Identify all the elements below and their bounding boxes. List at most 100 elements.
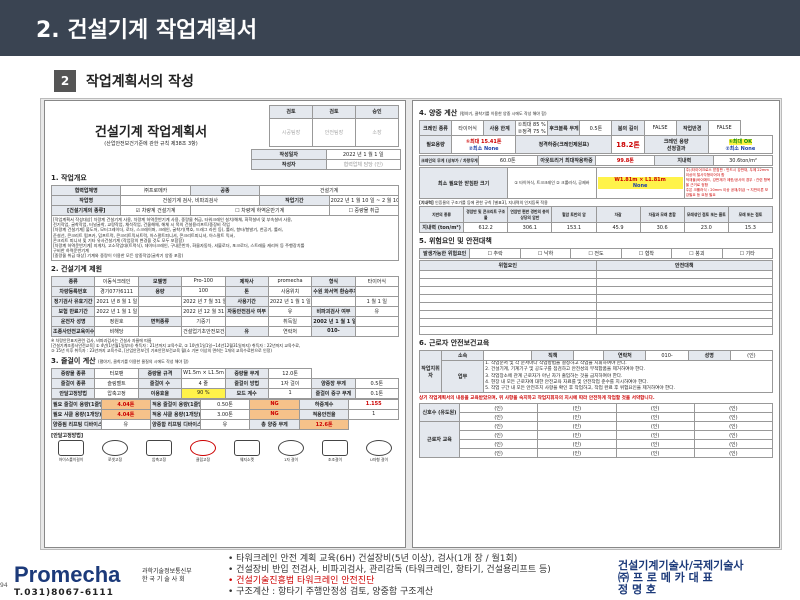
risk-cell [419,326,597,335]
risk-cell [419,310,597,319]
signature-mark: (인) [615,448,695,459]
rigging-method-item: 압축고정 [139,439,179,463]
signature-mark: (인) [615,439,695,450]
section-heading-text: 3. 줄걸이 계산 [51,356,96,365]
rigging-cell: 압축고정 [94,387,139,399]
risk-type: ☐ 협착 [620,248,673,259]
spec-cell: 제작사 [224,275,269,287]
lift-cell: ①최대 OK ②최소 None [707,135,774,154]
lift-cell: 후크블록 무게 [547,120,581,136]
rigging-method-icon [322,439,348,456]
approval-head: 승인 [355,105,399,119]
spec-cell [354,285,400,297]
lift-cell: 사용 한계 [483,120,517,136]
lift-cell: 정격하중(크레인제원표) [515,135,613,154]
spec-cell: 유 [267,305,313,317]
risk-cell [419,278,597,287]
service-bullet: • 타워크레인 안전 계획 교육(6H) 건설장비(5년 이상), 검사(1개 … [228,554,518,564]
spec-cell: 2002 년 1 월 1 일 [311,315,356,327]
service-bullet: • 구조계산 : 항타기 주행안정성 검토, 양중함 구조계산 [228,587,434,597]
spec-cell: 운전자 성명 [50,315,96,327]
crane-table: 크레인의 무게 (상부가 / 차량무게) 60.0톤 아웃트리거 최대작용하중 … [419,155,773,166]
spec-row: 운전자 성명 정원호 면허종류 기중기 취득일 2002 년 1 월 1 일 [50,315,400,327]
soil-header: 자갈과 모래 혼합 [639,206,685,223]
signature-mark: (인) [693,403,774,414]
rigging-method-item: U자형 걸이 [359,439,399,463]
edu-item: 5. 작업 구간 내 모든 안전조치 사항을 확인 후 작업하고, 작업 완료 … [485,386,675,392]
signature-row: 신호수 (유도원) (인) (인) (인) (인) [419,403,774,423]
risk-type-row: 발생가능한 위험요인 ☐ 추락 ☐ 낙하 ☐ 전도 ☐ 협착 ☐ 붕괴 ☐ 기타 [418,248,774,259]
rigging-method-label: 쪼셋고정 [108,456,122,462]
signature-mark: (인) [458,448,539,459]
class-option: ☐ 중량물 취급 [328,205,400,216]
spec-cell [137,305,183,317]
spec-row: 차량등록번호경기07가6111용량100톤사용위치수원 화서역 환승주차장 [50,285,400,297]
risk-cell [595,294,773,303]
spec-cell: 조종사안전교육이수 [50,325,96,337]
spec-cell: 모델명 [137,275,183,287]
rigging-cell: 12.0톤 [267,367,313,379]
required-min: ②최소 None [468,145,499,152]
spec-cell: 유 [354,305,400,317]
spec-cell [311,295,356,307]
mat-cell: 최소 필요한 받침판 크기 [418,167,509,199]
signature-table: 신호수 (유도원) (인) (인) (인) (인) (인) (인) (인) (인) 근로자 교육(… [419,403,774,459]
edu-phone: 010- [645,350,689,361]
spec-table: 종류 이동식크레인 모델명 Pro-100 제작사 promecha 형식 타이어식 차량등록번… [50,275,400,337]
spec-cell: 2022 년 1 월 1 일 ~ [267,295,313,307]
selection-result-label: 선정결과 [666,145,686,152]
spec-cell [137,325,183,337]
spec-cell [137,295,183,307]
soil-value: 153.1 [551,222,597,233]
note-line: [중량물 취급 대상] 기계와 중량이 이용한 모든 양중작업(굴착기 양중 포… [53,253,184,259]
page-title: 2. 건설기계 작업계획서 [36,18,258,43]
section-hint: (평야기, 클착기를 이용한 양중 시에도 작성 해야 함) [459,111,547,116]
edu-items: 1. 작업순서 및 각 순서마다 작업방법을 결정하고 작업을 지휘하여야 한다… [483,359,773,394]
spec-cell: 톤 [224,285,269,297]
rigging-cell: 양중장 무게 [311,377,356,389]
soil-value: 지내력 (ton/m²) [418,222,465,233]
rigging-result-row: 필요 줄걸이 용량(1줄당) 4.04톤 적용 줄걸이 용량(1줄당) 0.50톤 NG… [51,398,399,410]
rigging-result-cell: 양중함 리프팅 디바이스 비파괴검사 [150,418,201,430]
spec-cell: 2022 년 1 월 1 일 ~ [94,305,139,317]
spec-cell: 차량등록번호 [50,285,96,297]
risk-table: 위험요인 안전대책 [419,260,773,335]
rigging-method-label: 1자 걸이 [283,456,299,462]
risk-header-row: 위험요인 안전대책 [419,260,773,271]
spec-cell: 2022 년 7 월 31 일 [181,295,226,307]
spec-cell: 2022 년 12 월 31 일 [181,305,226,317]
signature-mark: (인) [537,412,617,423]
crane-cell: 지내력 [654,155,715,166]
class-label: [건설기계의 종류] [50,205,122,216]
rigging-cell: 1자 걸이 [267,377,313,389]
rigging-method-label: 아이스룰이걸이 [58,456,84,462]
soil-header: 지반의 종류 [418,206,465,223]
date-value: 2022 년 1 월 1 일 [325,149,401,160]
rigging-cell: 줄걸이 수 [137,377,183,389]
risk-row [419,326,773,335]
risk-type: ☐ 붕괴 [671,248,723,259]
mat-table: 최소 필요한 받침판 크기 ① 타이어식, 트크크레인 ② 크롤러식, 공제바 … [418,167,774,199]
rigging-result-table: 필요 줄걸이 용량(1줄당) 4.04톤 적용 줄걸이 용량(1줄당) 0.50톤 NG… [51,398,399,430]
signature-mark: (인) [615,421,695,432]
risk-cell [419,286,597,295]
date-writer-table: 작성일자 2022 년 1 월 1 일 작성자 협력업체 담당 (인) [251,149,401,170]
soil-value: 612.2 [463,222,509,233]
risk-cell [419,302,597,311]
company-value: ㈜프로메카 [120,185,191,196]
risk-col-head: 위험요인 [419,260,597,271]
signature-row: (인) (인) (인) (인) [420,448,774,459]
note-line: 주)(타이어크로스 받침판 : 반드시 강판재, 두께 22mm이상의 철사각형… [685,168,769,178]
spec-cell: 기중기 [181,315,226,327]
rigging-cell: 4 줄 [181,377,226,389]
rigging-result-cell: 적용 줄걸이 용량(1줄당) [150,398,201,410]
rigging-result-cell: 1.155 [348,398,399,410]
spec-cell: 비파괴검사 여부 [311,305,356,317]
rigging-cell: 0.1톤 [354,387,400,399]
soil-value: 30.6 [639,222,685,233]
soil-table: 지반의 종류 경암반 및 콘크리트 구조물 연암반 편판 경반의 층이 상당의 암반… [418,206,774,233]
rigging-row: 중량물 종류터보팬중량물 규격W1.5m × L1.5m × H1.5m중량물 … [50,367,399,379]
rigging-cell: 안달고정방법 [50,387,96,399]
spec-cell: 비해당 [94,325,139,337]
section-heading: 1. 작업개요 [51,174,87,182]
